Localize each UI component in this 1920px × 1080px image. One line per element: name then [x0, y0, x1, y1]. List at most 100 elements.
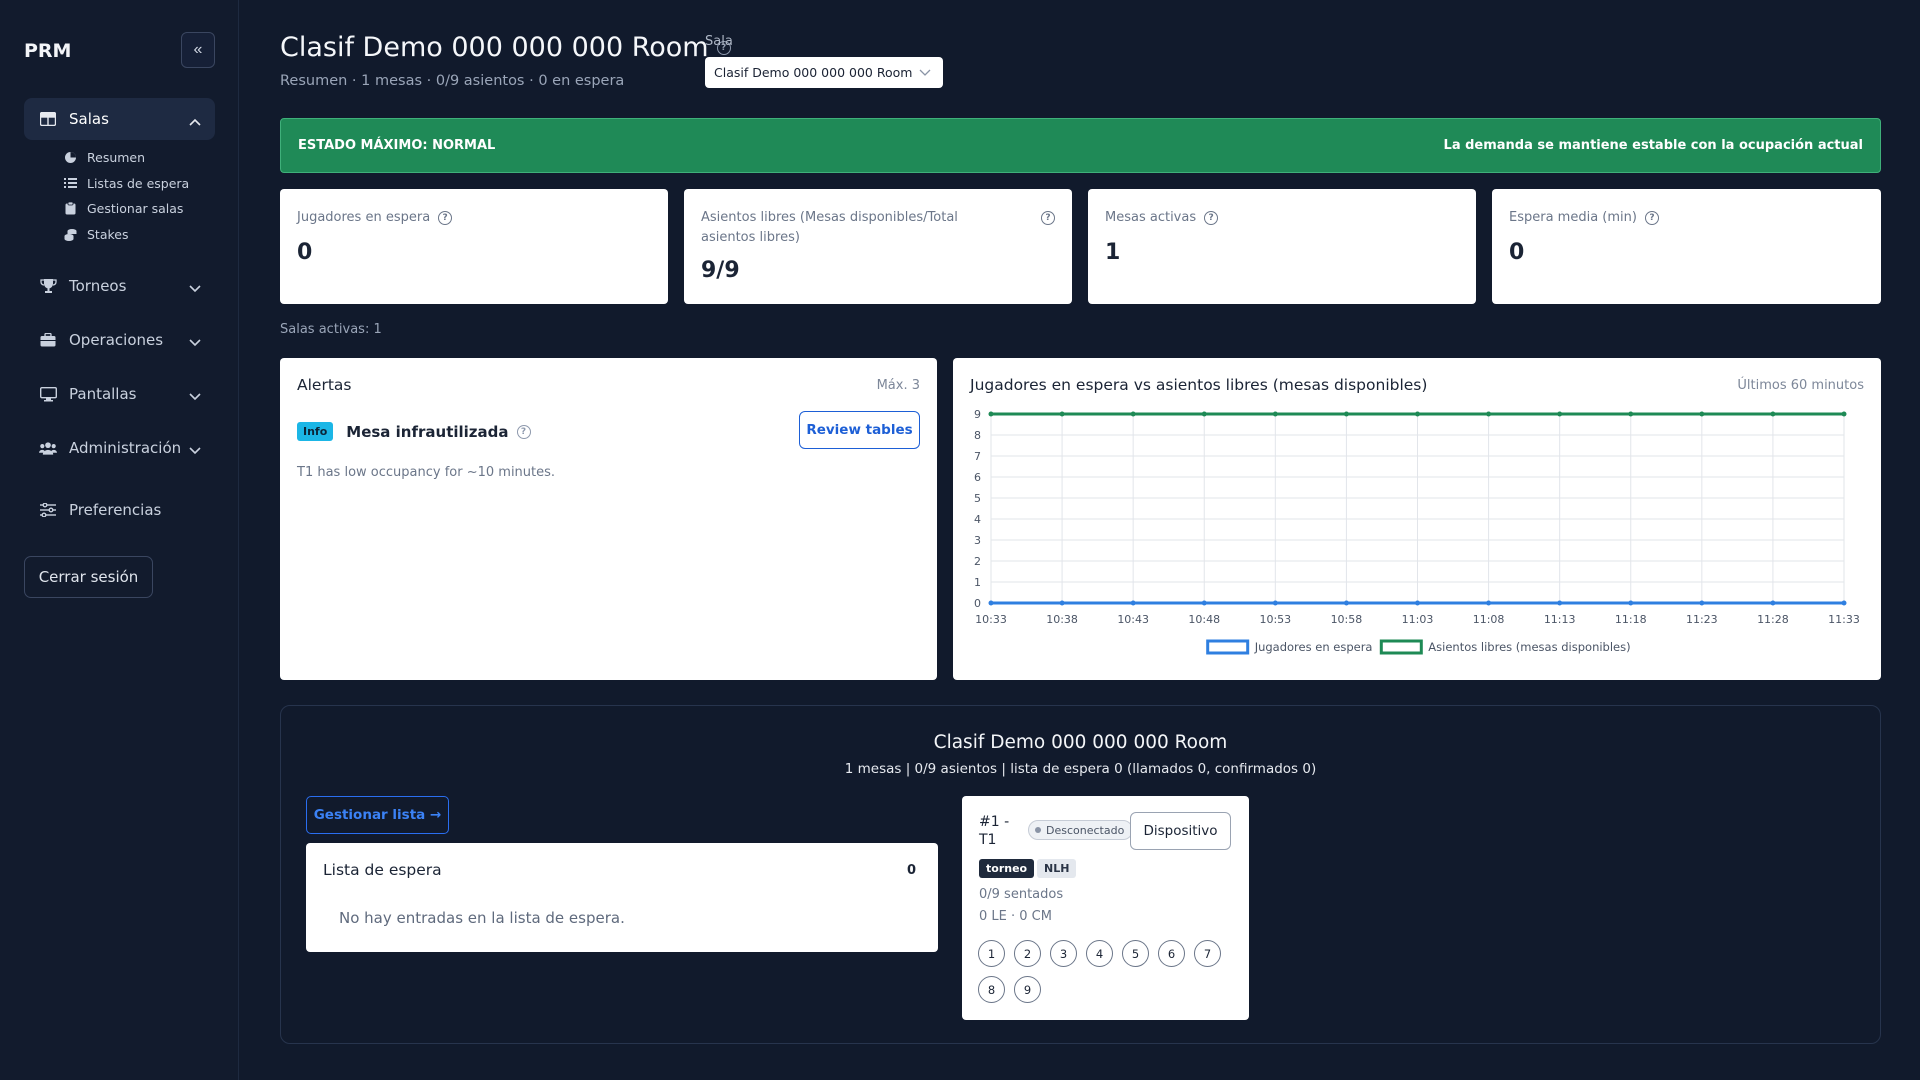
x-tick-label: 11:33 [1828, 613, 1860, 626]
data-point [1628, 411, 1634, 417]
help-icon[interactable]: ? [1204, 211, 1219, 225]
y-tick-label: 6 [974, 471, 981, 484]
seat-button[interactable]: 9 [1014, 976, 1041, 1003]
x-tick-label: 11:23 [1686, 613, 1718, 626]
pie-icon [63, 150, 77, 164]
manage-list-button[interactable]: Gestionar lista → [306, 796, 449, 834]
brand-logo: PRM [24, 40, 72, 62]
help-icon[interactable]: ? [438, 211, 453, 225]
data-point [1130, 600, 1136, 606]
waitlist-card: Lista de espera 0 No hay entradas en la … [306, 843, 938, 952]
help-icon[interactable]: ? [516, 424, 531, 439]
y-tick-label: 4 [974, 513, 981, 526]
data-point [1415, 600, 1420, 606]
seat-button[interactable]: 7 [1194, 940, 1221, 967]
waitlist-count: 0 [906, 863, 916, 878]
legend-swatch [1379, 639, 1423, 655]
x-tick-label: 11:13 [1544, 613, 1576, 626]
seat-button[interactable]: 3 [1050, 940, 1077, 967]
alert-item: Info Mesa infrautilizada ? [297, 422, 531, 441]
status-banner-title: ESTADO MÁXIMO: NORMAL [298, 138, 496, 153]
sidebar-item-operaciones[interactable]: Operaciones [24, 319, 215, 361]
data-point [1272, 411, 1278, 417]
help-icon[interactable]: ? [1644, 211, 1659, 225]
room-title: Clasif Demo 000 000 000 Room [933, 732, 1228, 753]
kpi-card-active-tables: Mesas activas? 1 [1088, 189, 1476, 304]
device-button[interactable]: Dispositivo [1130, 812, 1231, 850]
sidebar-item-torneos[interactable]: Torneos [24, 265, 215, 307]
data-point [1059, 411, 1065, 417]
sidebar-subitem-resumen[interactable]: Resumen [63, 147, 145, 167]
logout-button[interactable]: Cerrar sesión [24, 556, 153, 598]
sidebar-subitem-listas[interactable]: Listas de espera [63, 173, 189, 193]
kpi-card-free-seats: Asientos libres (Mesas disponibles/Total… [684, 189, 1072, 304]
data-point [1343, 600, 1349, 606]
info-badge: Info [297, 422, 334, 441]
coins-icon [63, 227, 77, 241]
chevron-down-icon [189, 333, 201, 351]
chevron-down-icon [189, 387, 201, 405]
help-icon[interactable]: ? [1041, 211, 1055, 225]
seat-button[interactable]: 5 [1122, 940, 1149, 967]
sidebar-subitem-gestionar[interactable]: Gestionar salas [63, 198, 183, 218]
seat-button[interactable]: 1 [978, 940, 1005, 967]
table-name: #1 - T1 [979, 814, 1010, 848]
alerts-max: Máx. 3 [876, 378, 920, 393]
status-banner: ESTADO MÁXIMO: NORMAL La demanda se mant… [280, 118, 1881, 173]
data-point [1201, 600, 1207, 606]
data-point [1201, 411, 1207, 417]
x-tick-label: 10:48 [1188, 613, 1220, 626]
tag-variant: NLH [1037, 859, 1077, 878]
data-point [1130, 411, 1136, 417]
status-banner-message: La demanda se mantiene estable con la oc… [1443, 138, 1863, 153]
data-point [988, 600, 994, 606]
y-tick-label: 0 [974, 597, 981, 610]
collapse-sidebar-button[interactable]: « [181, 32, 215, 68]
sala-select[interactable]: Clasif Demo 000 000 000 Room [705, 57, 943, 88]
alert-description: T1 has low occupancy for ~10 minutes. [297, 465, 556, 480]
le-cm-count: 0 LE · 0 CM [979, 909, 1052, 924]
line-chart: 0 1 2 3 4 5 6 7 8 9 10:33 10:38 10:43 10:48 10:53 10:58… [974, 408, 1860, 655]
alerts-card: Alertas Máx. 3 Info Mesa infrautilizada … [280, 358, 937, 680]
kpi-value: 1 [1105, 240, 1121, 265]
data-point [1770, 411, 1776, 417]
data-point [1486, 600, 1492, 606]
seat-button[interactable]: 8 [978, 976, 1005, 1003]
y-tick-label: 7 [974, 450, 981, 463]
x-tick-label: 11:03 [1402, 613, 1434, 626]
legend-label: Asientos libres (mesas disponibles) [1428, 640, 1630, 654]
sidebar-item-label: Salas [69, 110, 109, 128]
data-point [988, 411, 994, 417]
monitor-icon [39, 385, 57, 403]
tag-game-type: torneo [979, 859, 1035, 878]
alert-title: Mesa infrautilizada [346, 422, 509, 441]
data-point [1557, 600, 1563, 606]
sidebar-subitem-stakes[interactable]: Stakes [63, 224, 129, 244]
briefcase-icon [39, 331, 57, 349]
sidebar: PRM « Salas Resumen Listas de espera Ges… [0, 0, 239, 1080]
kpi-value: 9/9 [701, 258, 740, 283]
data-point [1699, 411, 1705, 417]
chevron-down-icon [919, 65, 931, 80]
sidebar-item-pantallas[interactable]: Pantallas [24, 373, 215, 415]
list-icon [63, 176, 77, 190]
waitlist-title: Lista de espera [323, 861, 442, 879]
chevron-up-icon [189, 112, 201, 130]
review-tables-button[interactable]: Review tables [799, 411, 920, 449]
status-badge: Desconectado [1028, 820, 1134, 840]
data-point [1486, 411, 1492, 417]
sidebar-item-preferencias[interactable]: Preferencias [24, 489, 215, 531]
seat-button[interactable]: 4 [1086, 940, 1113, 967]
seated-count: 0/9 sentados [979, 887, 1064, 902]
seat-button[interactable]: 2 [1014, 940, 1041, 967]
clipboard-icon [63, 201, 77, 215]
seat-button[interactable]: 6 [1158, 940, 1185, 967]
data-point [1699, 600, 1705, 606]
data-point [1841, 600, 1847, 606]
data-point [1343, 411, 1349, 417]
data-point [1628, 600, 1634, 606]
sidebar-item-administracion[interactable]: Administración [24, 427, 215, 469]
y-tick-label: 3 [974, 534, 981, 547]
sidebar-item-salas[interactable]: Salas [24, 98, 215, 140]
kpi-value: 0 [297, 240, 313, 265]
